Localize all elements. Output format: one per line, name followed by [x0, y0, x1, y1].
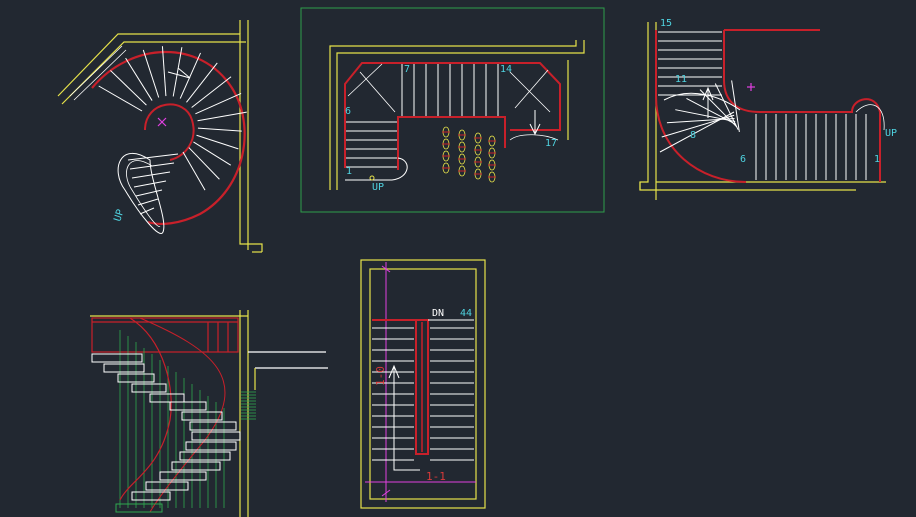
spiral-center-mark: [157, 117, 167, 127]
spiral-tread: [131, 171, 171, 179]
winder-step-label-6: 6: [740, 154, 746, 165]
u-up-label: UP: [372, 182, 384, 193]
elevation-step: [91, 353, 143, 363]
straight-dim-horizontal: 1-1: [426, 470, 446, 483]
spiral-tread: [197, 111, 247, 122]
spiral-tread: [186, 62, 218, 103]
spiral-outer-stringer: [91, 50, 246, 225]
u-stair-landing-diagonals: [347, 63, 551, 113]
elevation-step: [149, 393, 185, 403]
spiral-tread: [133, 180, 167, 188]
winder-curve-line: [663, 92, 741, 111]
elevation-step: [185, 441, 237, 451]
winder-tread: [661, 114, 735, 138]
spiral-treads: [98, 46, 247, 215]
spiral-walls: [57, 20, 263, 253]
u-stair-balusters: [442, 126, 496, 183]
cad-drawing-canvas: UP 7 14 6 1 17 UP 15 11 8 6 1 UP DN 44 1…: [57, 7, 897, 517]
u-step-label-17: 17: [545, 138, 557, 149]
elevation-base: [115, 503, 163, 513]
elevation-steps: [91, 353, 241, 501]
spiral-tread: [188, 147, 220, 180]
winder-arrow: [702, 86, 714, 118]
u-step-label-6: 6: [345, 106, 351, 117]
spiral-tread: [98, 85, 143, 112]
elevation-step: [179, 451, 231, 461]
winder-step-label-1: 1: [874, 154, 880, 165]
spiral-tread: [161, 46, 167, 97]
winder-step-label-8: 8: [690, 130, 696, 141]
winder-step-label-15: 15: [660, 18, 672, 29]
u-step-label-14: 14: [500, 64, 512, 75]
straight-treads: [372, 327, 474, 461]
elevation-step: [131, 383, 167, 393]
straight-count-label: 44: [460, 308, 472, 319]
u-step-label-1: 1: [346, 166, 352, 177]
winder-stair-plan: 15 11 8 6 1 UP: [639, 18, 897, 200]
elevation-step: [131, 491, 171, 501]
spiral-tread: [172, 47, 183, 97]
spiral-inner-stringer: [144, 103, 195, 161]
spiral-tread: [196, 134, 239, 150]
elevation-step: [159, 471, 207, 481]
spiral-stair-elevation: [90, 310, 328, 517]
spiral-stair-plan: UP: [57, 20, 263, 253]
spiral-tread: [135, 189, 163, 197]
spiral-tread: [191, 76, 232, 108]
u-stair-stringers: [344, 62, 561, 170]
u-stair-plan: 7 14 6 1 17 UP: [300, 7, 605, 213]
spiral-tread: [195, 93, 242, 115]
spiral-direction-arrow: [167, 67, 191, 79]
straight-dn-label: DN: [432, 308, 444, 319]
spiral-tread: [197, 127, 242, 132]
spiral-tread: [182, 151, 206, 191]
elevation-step: [103, 363, 145, 373]
winder-up-label: UP: [885, 128, 897, 139]
spiral-tread: [193, 141, 232, 166]
straight-stair-plan: DN 44 1-0 1-1: [360, 259, 486, 509]
elevation-step: [169, 401, 207, 411]
winder-center-mark: [747, 83, 755, 91]
spiral-tread: [110, 70, 147, 106]
u-stair-start-marker: [369, 175, 375, 181]
u-step-label-7: 7: [404, 64, 410, 75]
spiral-up-label: UP: [112, 208, 126, 223]
elevation-walls: [90, 310, 328, 517]
elevation-step: [171, 461, 221, 471]
straight-dim-vertical: 1-0: [374, 366, 387, 386]
winder-treads: [658, 31, 867, 180]
winder-step-label-11: 11: [675, 74, 687, 85]
elevation-top-slab: [91, 317, 239, 353]
